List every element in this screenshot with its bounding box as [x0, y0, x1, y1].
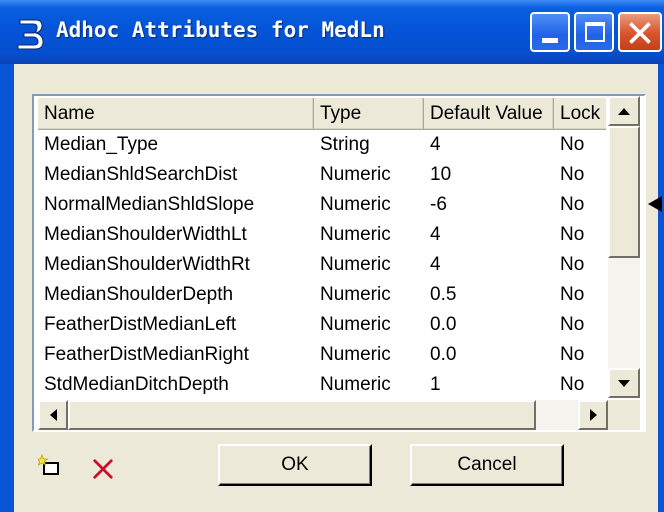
table-row[interactable]: FeatherDistMedianRight Numeric 0.0 No: [38, 340, 606, 370]
scroll-left-button[interactable]: [38, 400, 68, 430]
scroll-down-button[interactable]: [608, 368, 640, 398]
maximize-button[interactable]: [574, 12, 614, 52]
column-header-lock[interactable]: Lock: [554, 98, 606, 130]
attributes-list-body: Name Type Default Value Lock Median_Type…: [38, 98, 606, 400]
cell-type: Numeric: [320, 164, 391, 185]
new-attribute-icon[interactable]: [38, 454, 62, 478]
window-border-left: [0, 64, 14, 512]
cell-name: StdMedianDitchDepth: [44, 374, 229, 395]
callout-arrow-icon: [648, 196, 662, 212]
cell-default-value: 1: [430, 374, 441, 395]
delete-attribute-icon[interactable]: [92, 458, 114, 480]
cell-type: Numeric: [320, 374, 391, 395]
cell-type: Numeric: [320, 344, 391, 365]
ok-button[interactable]: OK: [218, 444, 372, 486]
column-header-default-value[interactable]: Default Value: [424, 98, 554, 130]
table-row[interactable]: NormalMedianShldSlope Numeric -6 No: [38, 190, 606, 220]
cell-lock: No: [560, 224, 585, 245]
arrow-left-icon: [49, 409, 57, 421]
cell-lock: No: [560, 134, 585, 155]
cell-type: Numeric: [320, 314, 391, 335]
cell-lock: No: [560, 314, 585, 335]
cell-type: Numeric: [320, 194, 391, 215]
cell-lock: No: [560, 374, 585, 395]
cell-default-value: 0.0: [430, 314, 457, 335]
table-row[interactable]: MedianShoulderWidthLt Numeric 4 No: [38, 220, 606, 250]
table-row[interactable]: FeatherDistMedianLeft Numeric 0.0 No: [38, 310, 606, 340]
cell-name: FeatherDistMedianLeft: [44, 314, 237, 335]
cell-default-value: 4: [430, 254, 441, 275]
close-icon: [629, 22, 651, 44]
dialog-window: Adhoc Attributes for MedLn Name Type Def…: [0, 0, 664, 512]
cell-lock: No: [560, 254, 585, 275]
horizontal-scroll-thumb[interactable]: [68, 400, 536, 430]
cell-lock: No: [560, 164, 585, 185]
cell-name: MedianShldSearchDist: [44, 164, 238, 185]
cell-name: MedianShoulderWidthLt: [44, 224, 247, 245]
window-border-right: [658, 64, 664, 512]
vertical-scrollbar[interactable]: [608, 96, 640, 398]
cell-name: FeatherDistMedianRight: [44, 344, 249, 365]
cell-default-value: -6: [430, 194, 447, 215]
minimize-button[interactable]: [530, 12, 570, 52]
scrollbar-corner: [608, 400, 640, 430]
maximize-icon: [585, 22, 605, 42]
table-row[interactable]: MedianShoulderWidthRt Numeric 4 No: [38, 250, 606, 280]
close-button[interactable]: [618, 12, 662, 52]
cell-name: MedianShoulderWidthRt: [44, 254, 250, 275]
window-title: Adhoc Attributes for MedLn: [56, 18, 385, 42]
cell-lock: No: [560, 284, 585, 305]
cell-lock: No: [560, 194, 585, 215]
horizontal-scrollbar[interactable]: [38, 400, 608, 430]
cell-default-value: 4: [430, 224, 441, 245]
cell-type: Numeric: [320, 284, 391, 305]
cell-type: String: [320, 134, 370, 155]
cell-default-value: 4: [430, 134, 441, 155]
table-row[interactable]: MedianShoulderDepth Numeric 0.5 No: [38, 280, 606, 310]
cell-type: Numeric: [320, 254, 391, 275]
title-bar[interactable]: Adhoc Attributes for MedLn: [0, 0, 664, 64]
table-row[interactable]: StdMedianDitchDepth Numeric 1 No: [38, 370, 606, 400]
arrow-right-icon: [589, 409, 597, 421]
scroll-up-button[interactable]: [608, 96, 640, 126]
table-row[interactable]: Median_Type String 4 No: [38, 130, 606, 160]
bentley-b-icon: [17, 19, 44, 50]
vertical-scroll-thumb[interactable]: [608, 126, 640, 258]
cell-type: Numeric: [320, 224, 391, 245]
cell-default-value: 0.5: [430, 284, 457, 305]
table-row[interactable]: MedianShldSearchDist Numeric 10 No: [38, 160, 606, 190]
scroll-right-button[interactable]: [578, 400, 608, 430]
cancel-button[interactable]: Cancel: [410, 444, 564, 486]
cell-default-value: 0.0: [430, 344, 457, 365]
column-header-row: Name Type Default Value Lock: [38, 98, 606, 130]
minimize-icon: [542, 38, 558, 43]
cell-name: NormalMedianShldSlope: [44, 194, 255, 215]
cell-name: MedianShoulderDepth: [44, 284, 234, 305]
column-header-type[interactable]: Type: [314, 98, 424, 130]
cell-name: Median_Type: [44, 134, 159, 155]
arrow-up-icon: [618, 107, 630, 115]
cell-lock: No: [560, 344, 585, 365]
cell-default-value: 10: [430, 164, 452, 185]
attributes-list[interactable]: Name Type Default Value Lock Median_Type…: [32, 94, 646, 432]
column-header-name[interactable]: Name: [38, 98, 314, 130]
arrow-down-icon: [618, 379, 630, 387]
